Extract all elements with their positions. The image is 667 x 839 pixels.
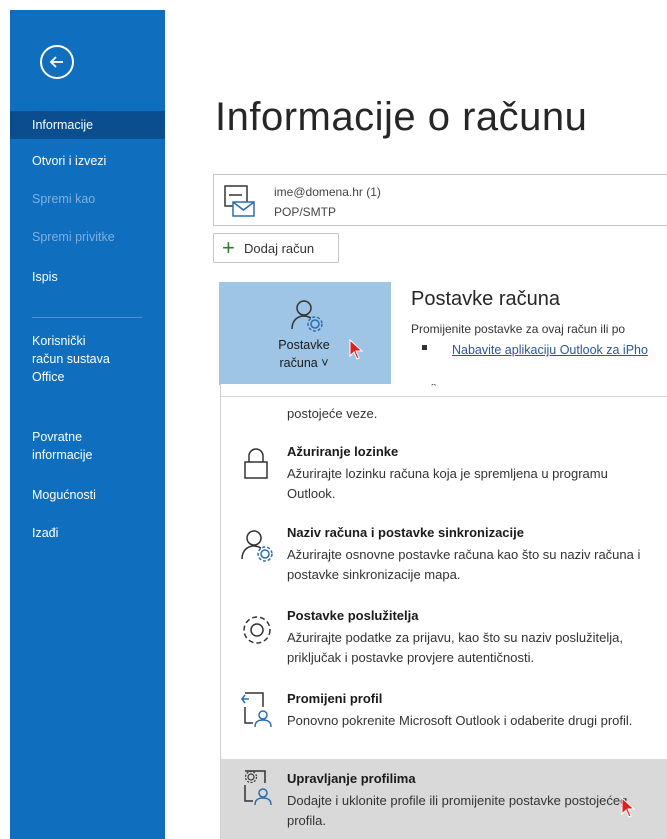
add-account-button[interactable]: + Dodaj račun [213, 233, 339, 263]
user-gear-icon [291, 300, 323, 332]
menu-item-desc: Ažurirajte osnovne postavke računa kao š… [287, 547, 641, 582]
account-type: POP/SMTP [274, 205, 337, 219]
sidebar-divider [32, 317, 142, 318]
mouse-cursor-icon [349, 339, 364, 360]
tile-line-2: računa ˅ [279, 356, 329, 370]
nav-feedback[interactable]: Povratne informacije [10, 428, 120, 464]
menu-item-desc: Dodajte i uklonite profile ili promijeni… [287, 793, 628, 828]
menu-item-title: Promijeni profil [287, 691, 383, 706]
plus-icon: + [222, 235, 235, 260]
outlook-app-link[interactable]: Nabavite aplikaciju Outlook za iPho [452, 343, 648, 357]
nav-office-account[interactable]: Korisnički račun sustava Office [10, 332, 110, 386]
nav-spremi-privitke: Spremi privitke [32, 230, 115, 244]
menu-item-title: Upravljanje profilima [287, 771, 416, 786]
menu-item-title: Ažuriranje lozinke [287, 444, 399, 459]
nav-spremi-kao: Spremi kao [32, 192, 96, 206]
account-selector[interactable]: ime@domena.hr (1) POP/SMTP [213, 174, 667, 226]
backstage-sidebar: Informacije Otvori i izvezi Spremi kao S… [10, 10, 165, 839]
chevron-up-icon: ⌃ [429, 384, 439, 394]
menu-account-name-sync[interactable]: Naziv računa i postavke sinkronizacije A… [221, 517, 667, 589]
nav-otvori-izvezi[interactable]: Otvori i izvezi [10, 152, 165, 170]
menu-item-desc: Ažurirajte podatke za prijavu, kao što s… [287, 630, 624, 665]
account-email: ime@domena.hr (1) [274, 185, 381, 199]
menu-item-desc: Ponovno pokrenite Microsoft Outlook i od… [287, 713, 633, 728]
menu-item-desc: Ažurirajte lozinku računa koja je spreml… [287, 466, 608, 501]
add-account-label: Dodaj račun [244, 241, 315, 256]
switch-profile-icon [241, 692, 272, 728]
account-settings-dropdown: ⌃ postojeće veze. Ažuriranje lozinke Ažu… [220, 384, 667, 839]
account-settings-button[interactable]: Postavke računa ˅ [219, 282, 391, 385]
tile-line-1: Postavke [278, 338, 330, 352]
mouse-cursor-icon [621, 797, 636, 818]
section-description: Promijenite postavke za ovaj račun ili p… [411, 322, 626, 336]
partial-item-text: postojeće veze. [287, 406, 378, 421]
gear-icon [243, 616, 271, 644]
lock-icon [244, 448, 268, 479]
menu-change-profile[interactable]: Promijeni profil Ponovno pokrenite Micro… [221, 683, 667, 755]
scroll-up-bar[interactable]: ⌃ [221, 384, 667, 397]
section-heading: Postavke računa [411, 288, 560, 310]
user-gear-icon [241, 530, 273, 562]
nav-ispis[interactable]: Ispis [10, 268, 165, 286]
mail-account-icon [224, 185, 255, 217]
menu-item-title: Postavke poslužitelja [287, 608, 419, 623]
nav-options[interactable]: Mogućnosti [10, 486, 165, 504]
menu-server-settings[interactable]: Postavke poslužitelja Ažurirajte podatke… [221, 600, 667, 672]
nav-informacije[interactable]: Informacije [10, 111, 165, 139]
bullet [422, 345, 427, 350]
menu-update-password[interactable]: Ažuriranje lozinke Ažurirajte lozinku ra… [221, 434, 667, 506]
back-arrow-icon[interactable] [40, 45, 74, 79]
menu-manage-profiles[interactable]: Upravljanje profilima Dodajte i uklonite… [221, 759, 667, 839]
page-title: Informacije o računu [215, 95, 588, 139]
menu-item-title: Naziv računa i postavke sinkronizacije [287, 525, 524, 540]
manage-profiles-icon [244, 770, 272, 806]
nav-exit[interactable]: Izađi [10, 524, 165, 542]
account-settings-label: Postavke računa ˅ [259, 336, 349, 372]
